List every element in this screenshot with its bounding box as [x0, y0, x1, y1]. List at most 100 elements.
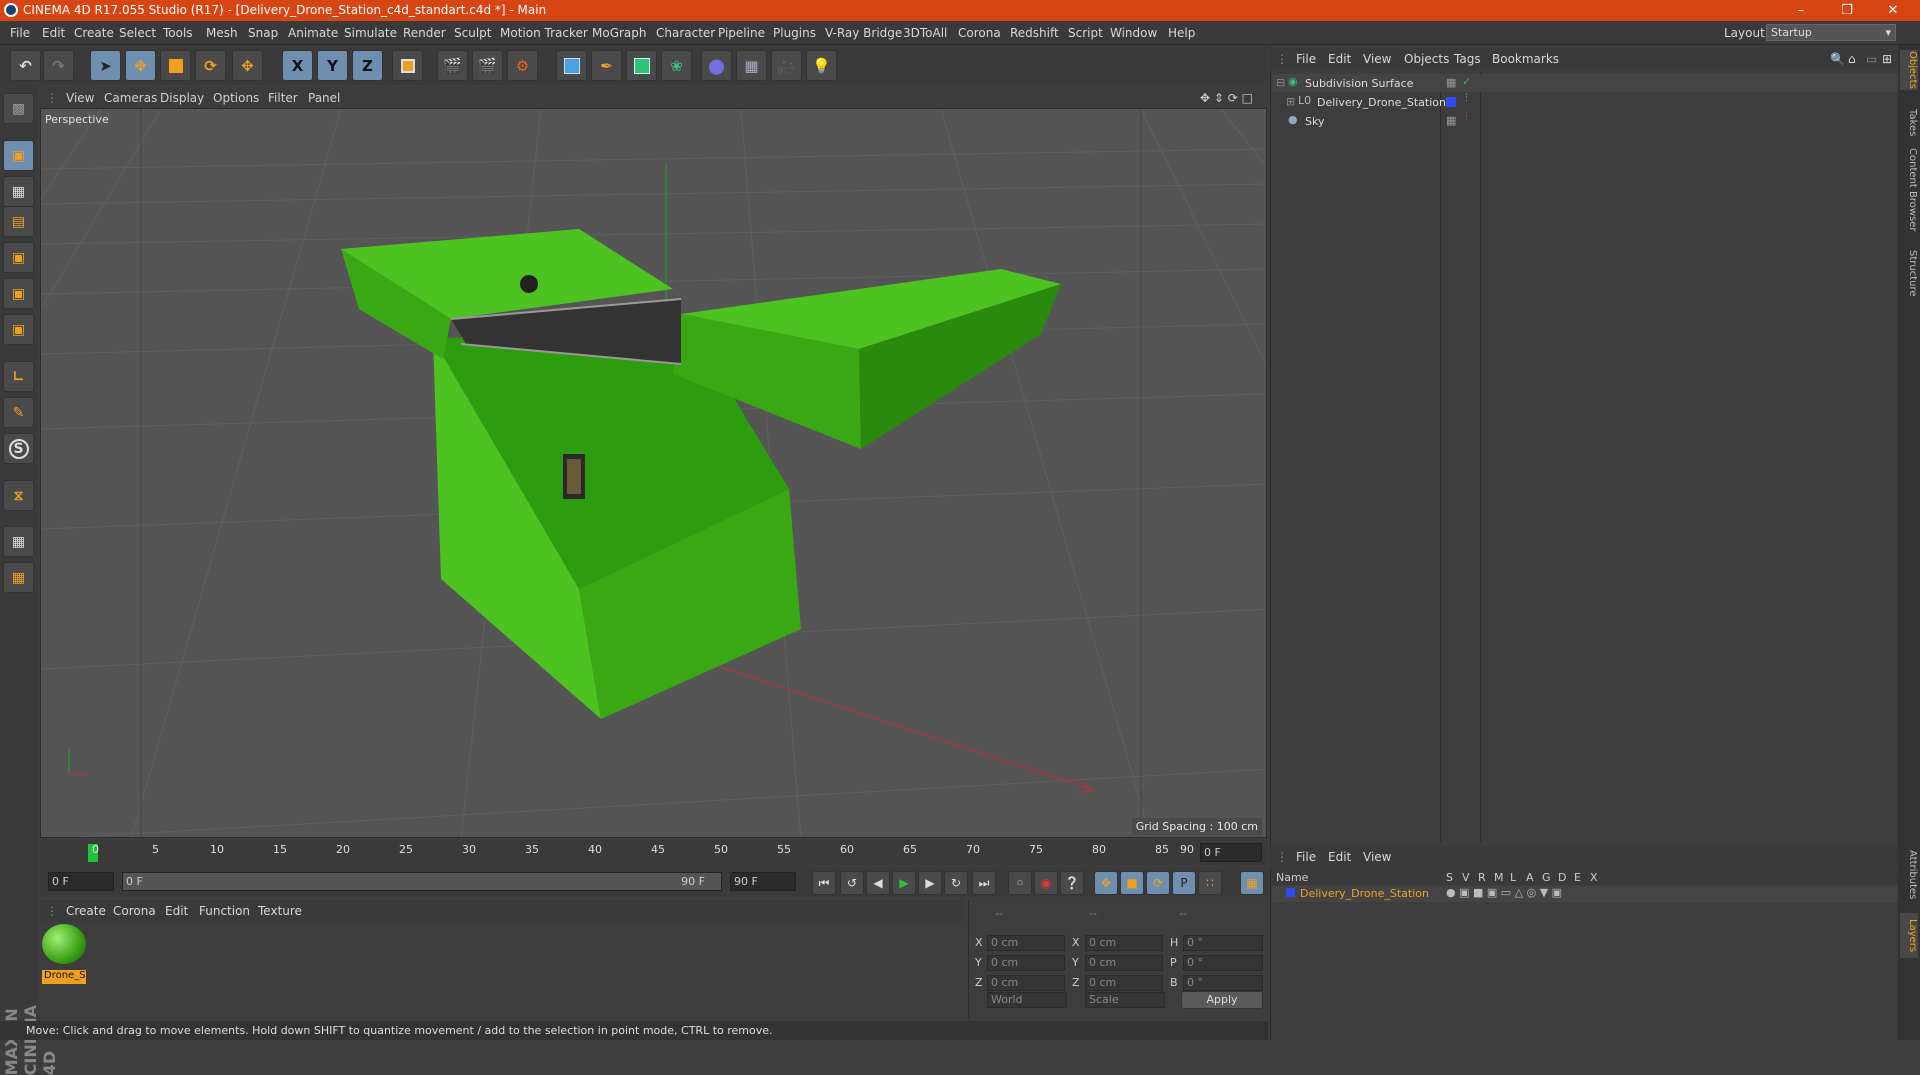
side-tab-takes[interactable]: Takes — [1900, 103, 1918, 143]
points-mode-icon[interactable]: ▣ — [3, 242, 34, 273]
material-menu-create[interactable]: Create — [66, 904, 106, 918]
obj-menu-tags[interactable]: Tags — [1454, 52, 1481, 66]
render-region-icon[interactable]: 🎬 — [472, 50, 503, 81]
menu-edit[interactable]: Edit — [42, 26, 65, 40]
rotation-h-field[interactable]: 0 ° — [1183, 935, 1263, 951]
step-forward-icon[interactable]: ▶ — [918, 871, 942, 895]
render-view-icon[interactable]: 🎬 — [437, 50, 468, 81]
step-back-icon[interactable]: ◀ — [866, 871, 890, 895]
lock-icon[interactable]: ▭ — [1866, 52, 1877, 66]
object-name[interactable]: Delivery_Drone_Station — [1317, 96, 1446, 109]
visibility-toggle[interactable]: ▦ — [1446, 114, 1456, 127]
motion-record-icon[interactable]: ⚪ — [1008, 871, 1032, 895]
live-select-icon[interactable]: ✥ — [232, 50, 263, 81]
object-name[interactable]: Sky — [1305, 115, 1324, 128]
coordinate-system-icon[interactable] — [392, 50, 423, 81]
light-icon[interactable]: 💡 — [806, 50, 837, 81]
tree-row-sky[interactable]: ● Sky ▦ ⋮ — [1272, 112, 1898, 130]
expand-icon[interactable]: ⊞ — [1286, 95, 1295, 108]
material-menu-edit[interactable]: Edit — [165, 904, 188, 918]
record-key-icon[interactable]: ◉ — [1034, 871, 1058, 895]
menu-corona[interactable]: Corona — [958, 26, 1001, 40]
model-mode-icon[interactable]: ▩ — [3, 93, 34, 124]
collapse-icon[interactable]: ⊟ — [1276, 76, 1285, 89]
frame-range-slider[interactable]: 0 F 90 F — [122, 872, 722, 891]
position-y-field[interactable]: 0 cm — [987, 955, 1065, 971]
menu-mesh[interactable]: Mesh — [206, 26, 238, 40]
viewport-menu-view[interactable]: View — [66, 91, 94, 105]
menu-select[interactable]: Select — [119, 26, 156, 40]
menu-tools[interactable]: Tools — [163, 26, 193, 40]
menu-render[interactable]: Render — [403, 26, 446, 40]
side-tab-content-browser[interactable]: Content Browser — [1900, 145, 1918, 235]
obj-menu-bookmarks[interactable]: Bookmarks — [1492, 52, 1559, 66]
material-menu-texture[interactable]: Texture — [258, 904, 302, 918]
material-menu-corona[interactable]: Corona — [113, 904, 156, 918]
home-icon[interactable]: ⌂ — [1848, 52, 1856, 66]
side-tab-layers[interactable]: Layers — [1900, 913, 1918, 958]
viewport-menu-display[interactable]: Display — [160, 91, 204, 105]
key-rotation-icon[interactable]: ⟳ — [1146, 871, 1170, 895]
viewport-navigation-icon[interactable]: ✥ ⇕ ⟳ □ — [1200, 91, 1253, 105]
viewport-menu-options[interactable]: Options — [213, 91, 259, 105]
camera-icon[interactable]: 🎥 — [771, 50, 802, 81]
timeline-ruler[interactable]: 0 5 10 15 20 25 30 35 40 45 50 55 60 65 … — [40, 840, 1268, 866]
viewport-menu-filter[interactable]: Filter — [268, 91, 298, 105]
obj-menu-edit[interactable]: Edit — [1328, 52, 1351, 66]
rotate-icon[interactable]: ⟳ — [195, 50, 226, 81]
apply-button[interactable]: Apply — [1181, 991, 1263, 1009]
menu-motion-tracker[interactable]: Motion Tracker — [500, 26, 588, 40]
scale-icon[interactable] — [160, 50, 191, 81]
redo-icon[interactable]: ↷ — [43, 50, 74, 81]
coordinate-space-select[interactable]: World — [987, 992, 1067, 1008]
object-name[interactable]: Subdivision Surface — [1305, 77, 1413, 90]
restore-icon[interactable]: ❐ — [1824, 0, 1870, 21]
menu-plugins[interactable]: Plugins — [773, 26, 816, 40]
visibility-toggle[interactable]: ▦ — [1446, 76, 1456, 89]
play-icon[interactable]: ▶ — [892, 871, 916, 895]
menu-simulate[interactable]: Simulate — [344, 26, 397, 40]
perspective-viewport[interactable]: Perspective Grid Spacing : 100 cm — [40, 108, 1267, 838]
layer-row[interactable]: Delivery_Drone_Station ● ▣ ■ ▣ ▭ △ ◎ ▼ ▣ — [1272, 886, 1898, 902]
x-axis-lock[interactable]: X — [282, 50, 313, 81]
layer-color-swatch[interactable] — [1286, 888, 1295, 897]
layout-dropdown[interactable]: Startup ▾ — [1766, 24, 1896, 41]
select-arrow-icon[interactable]: ➤ — [90, 50, 121, 81]
end-frame-field[interactable]: 90 F — [730, 872, 796, 891]
autokey-icon[interactable]: ❔ — [1060, 871, 1084, 895]
tree-row-drone-station[interactable]: ⊞ L0 Delivery_Drone_Station ⋮ — [1272, 93, 1898, 111]
size-y-field[interactable]: 0 cm — [1085, 955, 1163, 971]
material-menu-function[interactable]: Function — [199, 904, 250, 918]
edges-mode-icon[interactable]: ▣ — [3, 278, 34, 309]
previous-key-icon[interactable]: ↺ — [840, 871, 864, 895]
go-to-end-icon[interactable]: ⏭ — [972, 871, 996, 895]
key-scale-icon[interactable]: ■ — [1120, 871, 1144, 895]
size-z-field[interactable]: 0 cm — [1085, 975, 1163, 991]
timeline-window-icon[interactable]: ▦ — [1240, 871, 1264, 895]
pen-spline-icon[interactable]: ✒ — [591, 50, 622, 81]
array-icon[interactable]: ❀ — [661, 50, 692, 81]
move-icon[interactable]: ✥ — [125, 50, 156, 81]
visibility-dots-icon[interactable]: ⋮ — [1462, 112, 1471, 122]
next-key-icon[interactable]: ↻ — [944, 871, 968, 895]
position-z-field[interactable]: 0 cm — [987, 975, 1065, 991]
layer-name[interactable]: Delivery_Drone_Station — [1300, 887, 1429, 900]
magnet-icon[interactable]: ⧖ — [3, 480, 34, 511]
side-tab-objects[interactable]: Objects — [1900, 50, 1918, 90]
start-frame-field[interactable]: 0 F — [48, 872, 114, 891]
menu-file[interactable]: File — [10, 26, 30, 40]
material-thumbnail[interactable] — [42, 924, 86, 964]
menu-pipeline[interactable]: Pipeline — [718, 26, 765, 40]
viewport-menu-cameras[interactable]: Cameras — [104, 91, 157, 105]
y-axis-lock[interactable]: Y — [317, 50, 348, 81]
size-mode-select[interactable]: Scale — [1085, 992, 1165, 1008]
snap-grid-icon[interactable]: ▦ — [3, 526, 34, 557]
current-frame-field[interactable]: 0 F — [1200, 843, 1262, 862]
menu-mograph[interactable]: MoGraph — [592, 26, 647, 40]
undo-icon[interactable]: ↶ — [10, 50, 41, 81]
menu-3dtoall[interactable]: 3DToAll — [903, 26, 947, 40]
go-to-start-icon[interactable]: ⏮ — [812, 871, 836, 895]
enabled-checkmark-icon[interactable]: ✓ — [1462, 75, 1471, 88]
polygons-mode-icon[interactable]: ▣ — [3, 314, 34, 345]
rotation-p-field[interactable]: 0 ° — [1183, 955, 1263, 971]
